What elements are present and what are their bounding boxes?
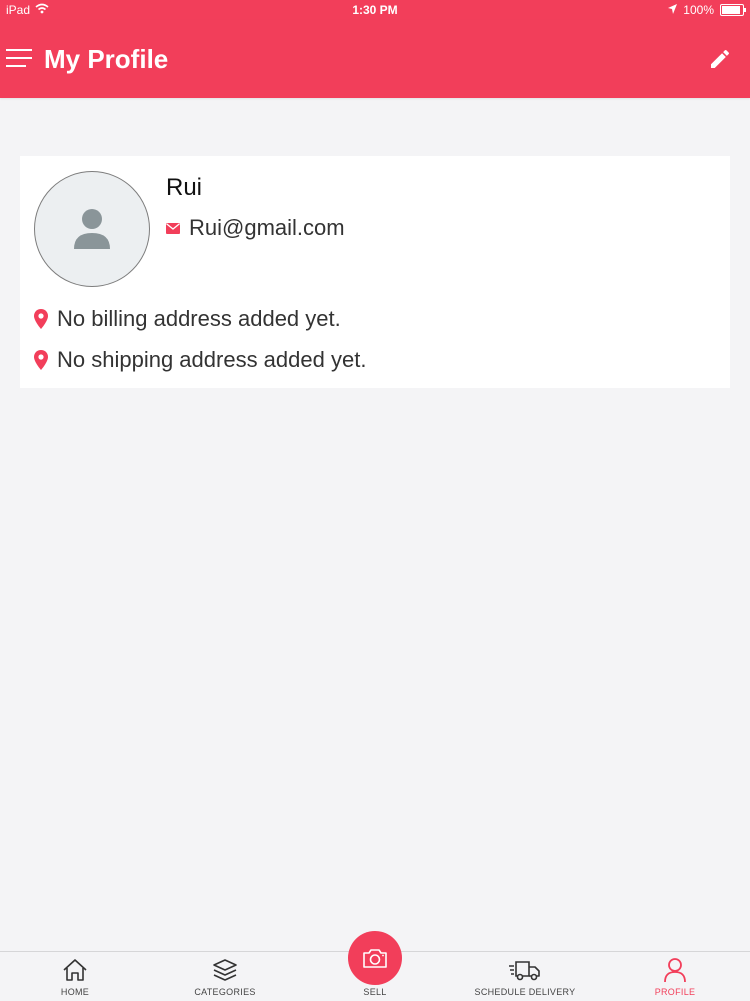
status-bar: iPad 1:30 PM 100% bbox=[0, 0, 750, 20]
delivery-truck-icon bbox=[509, 961, 540, 981]
home-icon bbox=[63, 959, 87, 981]
edit-pencil-icon[interactable] bbox=[708, 47, 732, 71]
tab-schedule-delivery[interactable]: SCHEDULE DELIVERY bbox=[450, 952, 600, 1001]
billing-address-text: No billing address added yet. bbox=[57, 306, 341, 331]
tab-categories-label: CATEGORIES bbox=[194, 987, 256, 997]
layers-icon bbox=[213, 959, 237, 981]
tab-home-label: HOME bbox=[60, 987, 90, 997]
shipping-address-row: No shipping address added yet. bbox=[34, 347, 366, 373]
battery-percent: 100% bbox=[683, 3, 714, 17]
camera-icon bbox=[363, 949, 387, 968]
profile-card: Rui Rui@gmail.com No billing address add… bbox=[20, 156, 730, 388]
status-time: 1:30 PM bbox=[352, 3, 398, 17]
battery-icon bbox=[720, 4, 746, 16]
tab-profile[interactable]: PROFILE bbox=[600, 952, 750, 1001]
page-title: My Profile bbox=[44, 44, 169, 74]
envelope-icon bbox=[166, 222, 180, 234]
tab-home[interactable]: HOME bbox=[0, 952, 150, 1001]
app-bar: My Profile bbox=[0, 20, 750, 98]
email-text: Rui@gmail.com bbox=[189, 215, 345, 240]
shipping-address-text: No shipping address added yet. bbox=[57, 347, 367, 372]
billing-address-row: No billing address added yet. bbox=[34, 306, 341, 332]
avatar bbox=[34, 171, 150, 287]
location-pin-icon bbox=[34, 350, 48, 370]
location-arrow-icon bbox=[668, 3, 678, 17]
location-pin-icon bbox=[34, 309, 48, 329]
menu-icon[interactable] bbox=[6, 49, 32, 67]
tab-sell-label: SELL bbox=[363, 987, 387, 997]
user-name: Rui bbox=[166, 174, 203, 201]
user-icon bbox=[664, 958, 686, 983]
user-placeholder-icon bbox=[74, 209, 110, 249]
battery-fill bbox=[722, 6, 740, 14]
tab-categories[interactable]: CATEGORIES bbox=[150, 952, 300, 1001]
email-row: Rui@gmail.com bbox=[166, 215, 345, 241]
tab-schedule-delivery-label: SCHEDULE DELIVERY bbox=[474, 987, 576, 997]
sell-camera-button[interactable] bbox=[348, 931, 402, 985]
tab-profile-label: PROFILE bbox=[654, 987, 696, 997]
